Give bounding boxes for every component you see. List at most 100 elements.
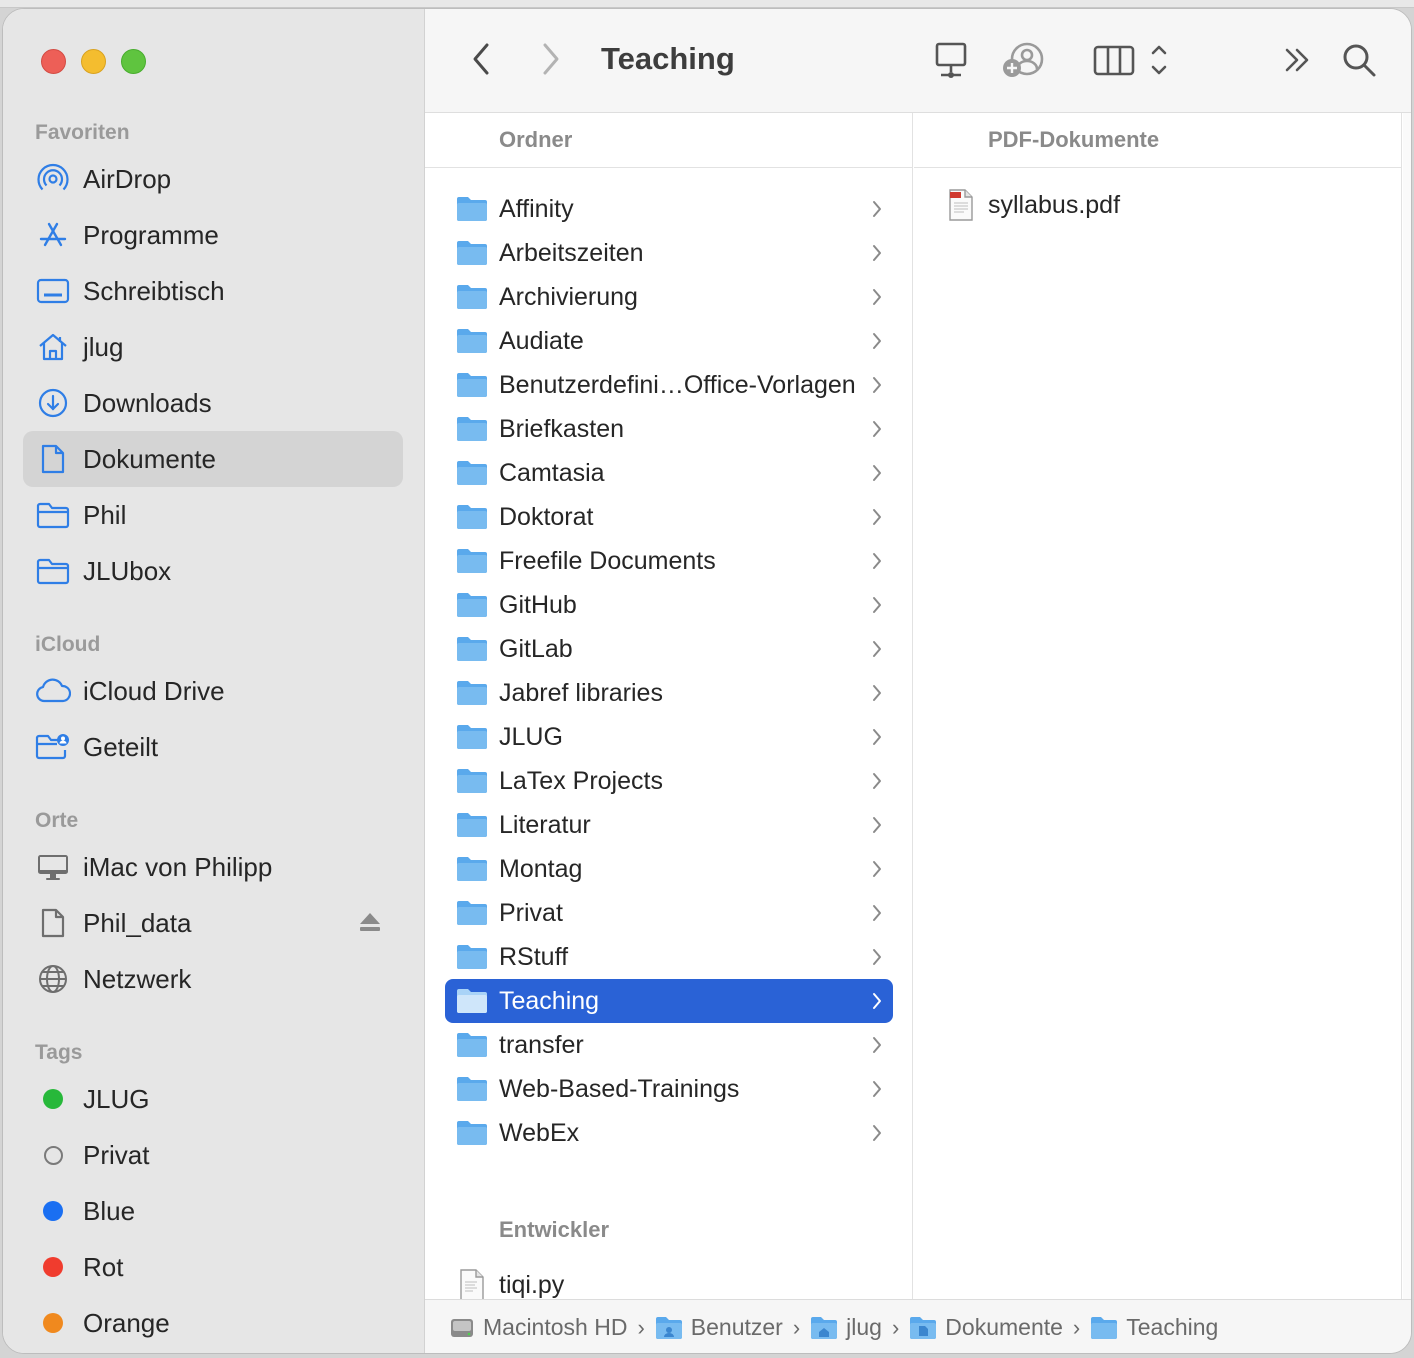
eject-icon[interactable] xyxy=(359,912,381,937)
chevron-right-icon xyxy=(871,1123,883,1148)
folder-row[interactable]: Doktorat xyxy=(445,495,893,539)
folder-row[interactable]: Jabref libraries xyxy=(445,671,893,715)
pdf-column: PDF-Dokumente syllabus.pdf xyxy=(914,113,1402,1299)
sidebar-item-jlubox[interactable]: JLUbox xyxy=(23,543,403,599)
sidebar-item-jlug[interactable]: jlug xyxy=(23,319,403,375)
column-header-entwickler: Entwickler xyxy=(499,1217,610,1242)
folder-row[interactable]: Briefkasten xyxy=(445,407,893,451)
sidebar-item-label: JLUbox xyxy=(83,555,172,586)
sidebar-item-geteilt[interactable]: Geteilt xyxy=(23,719,403,775)
folder-row[interactable]: Web-Based-Trainings xyxy=(445,1067,893,1111)
folder-row[interactable]: Freefile Documents xyxy=(445,539,893,583)
path-item-dokumente[interactable]: Dokumente xyxy=(909,1314,1063,1341)
sidebar-section-icloud: iCloud xyxy=(35,633,101,656)
view-mode-button[interactable] xyxy=(1089,39,1173,81)
connect-server-button[interactable] xyxy=(927,39,975,81)
chevron-right-icon xyxy=(871,199,883,224)
minimize-window-button[interactable] xyxy=(81,49,106,74)
folder-icon xyxy=(445,680,499,706)
sidebar-item-tag-jlug[interactable]: JLUG xyxy=(23,1071,403,1127)
chevron-left-icon xyxy=(473,43,489,75)
drive-icon xyxy=(23,907,83,939)
documents-folder-icon xyxy=(910,1316,937,1339)
folder-row[interactable]: LaTex Projects xyxy=(445,759,893,803)
python-file-icon xyxy=(445,1269,499,1301)
zoom-window-button[interactable] xyxy=(121,49,146,74)
folder-name: WebEx xyxy=(499,1118,580,1147)
sidebar-item-tag-privat[interactable]: Privat xyxy=(23,1127,403,1183)
sidebar-item-tag-blue[interactable]: Blue xyxy=(23,1183,403,1239)
folder-name: Audiate xyxy=(499,326,584,355)
window-controls xyxy=(41,49,146,74)
document-icon xyxy=(23,443,83,475)
hard-drive-icon xyxy=(451,1318,473,1337)
folder-row[interactable]: Montag xyxy=(445,847,893,891)
path-separator: › xyxy=(637,1314,645,1340)
sidebar-item-programme[interactable]: Programme xyxy=(23,207,403,263)
path-item-benutzer[interactable]: Benutzer xyxy=(655,1314,783,1341)
folder-row[interactable]: Benutzerdefini…Office-Vorlagen xyxy=(445,363,893,407)
sidebar-item-label: AirDrop xyxy=(83,163,172,194)
finder-window: Favoriten AirDrop Programme Schreibtisch… xyxy=(2,8,1412,1354)
folder-row[interactable]: transfer xyxy=(445,1023,893,1067)
sidebar-item-netzwerk[interactable]: Netzwerk xyxy=(23,951,403,1007)
close-window-button[interactable] xyxy=(41,49,66,74)
tag-blue-icon xyxy=(43,1201,63,1221)
path-separator: › xyxy=(891,1314,900,1340)
folder-row[interactable]: Teaching xyxy=(445,979,893,1023)
folder-row[interactable]: Literatur xyxy=(445,803,893,847)
back-button[interactable] xyxy=(461,39,501,79)
sidebar-item-dokumente[interactable]: Dokumente xyxy=(23,431,403,487)
sidebar-item-label: Programme xyxy=(83,219,219,250)
folder-icon xyxy=(445,900,499,926)
sidebar-item-icloud-drive[interactable]: iCloud Drive xyxy=(23,663,403,719)
folder-row[interactable]: GitLab xyxy=(445,627,893,671)
sidebar-section-tags: Tags xyxy=(35,1041,83,1064)
chevron-right-icon xyxy=(871,1035,883,1060)
folder-icon xyxy=(445,1120,499,1146)
folder-icon xyxy=(445,504,499,530)
sidebar-item-label: Phil xyxy=(83,499,127,530)
sidebar-item-phil[interactable]: Phil xyxy=(23,487,403,543)
search-button[interactable] xyxy=(1337,39,1381,81)
folder-row[interactable]: JLUG xyxy=(445,715,893,759)
folder-name: Freefile Documents xyxy=(499,546,716,575)
desktop-icon xyxy=(23,276,83,306)
more-toolbar-button[interactable] xyxy=(1275,39,1319,81)
share-button[interactable] xyxy=(999,39,1047,81)
sidebar-item-label: jlug xyxy=(83,331,124,362)
sidebar-item-downloads[interactable]: Downloads xyxy=(23,375,403,431)
folder-name: Benutzerdefini…Office-Vorlagen xyxy=(499,370,856,399)
path-item-macintosh-hd[interactable]: Macintosh HD xyxy=(449,1314,627,1341)
path-item-label: Teaching xyxy=(1126,1314,1219,1340)
chevron-right-icon xyxy=(871,639,883,664)
file-name: syllabus.pdf xyxy=(988,190,1121,219)
folder-row[interactable]: Privat xyxy=(445,891,893,935)
sidebar-item-label: Schreibtisch xyxy=(83,275,225,306)
folder-row[interactable]: Archivierung xyxy=(445,275,893,319)
forward-button[interactable] xyxy=(531,39,571,79)
applications-icon xyxy=(23,219,83,251)
file-row-syllabus-pdf[interactable]: syllabus.pdf xyxy=(934,183,1382,227)
sidebar-item-label: Orange xyxy=(83,1307,170,1338)
folder-row[interactable]: Camtasia xyxy=(445,451,893,495)
sidebar-item-imac[interactable]: iMac von Philipp xyxy=(23,839,403,895)
folder-icon xyxy=(445,768,499,794)
folder-icon xyxy=(445,988,499,1014)
folder-row[interactable]: WebEx xyxy=(445,1111,893,1155)
sidebar-item-tag-rot[interactable]: Rot xyxy=(23,1239,403,1295)
sidebar-item-tag-orange[interactable]: Orange xyxy=(23,1295,403,1351)
path-item-teaching[interactable]: Teaching xyxy=(1090,1314,1218,1341)
sidebar-item-phil-data[interactable]: Phil_data xyxy=(23,895,403,951)
pdf-file-icon xyxy=(934,189,988,221)
folder-row[interactable]: RStuff xyxy=(445,935,893,979)
path-item-jlug[interactable]: jlug xyxy=(810,1314,882,1341)
folder-row[interactable]: Audiate xyxy=(445,319,893,363)
folder-row[interactable]: GitHub xyxy=(445,583,893,627)
folder-row[interactable]: Arbeitszeiten xyxy=(445,231,893,275)
folder-icon xyxy=(445,592,499,618)
sidebar-item-schreibtisch[interactable]: Schreibtisch xyxy=(23,263,403,319)
folder-name: Privat xyxy=(499,898,563,927)
sidebar-item-airdrop[interactable]: AirDrop xyxy=(23,151,403,207)
folder-row[interactable]: Affinity xyxy=(445,187,893,231)
